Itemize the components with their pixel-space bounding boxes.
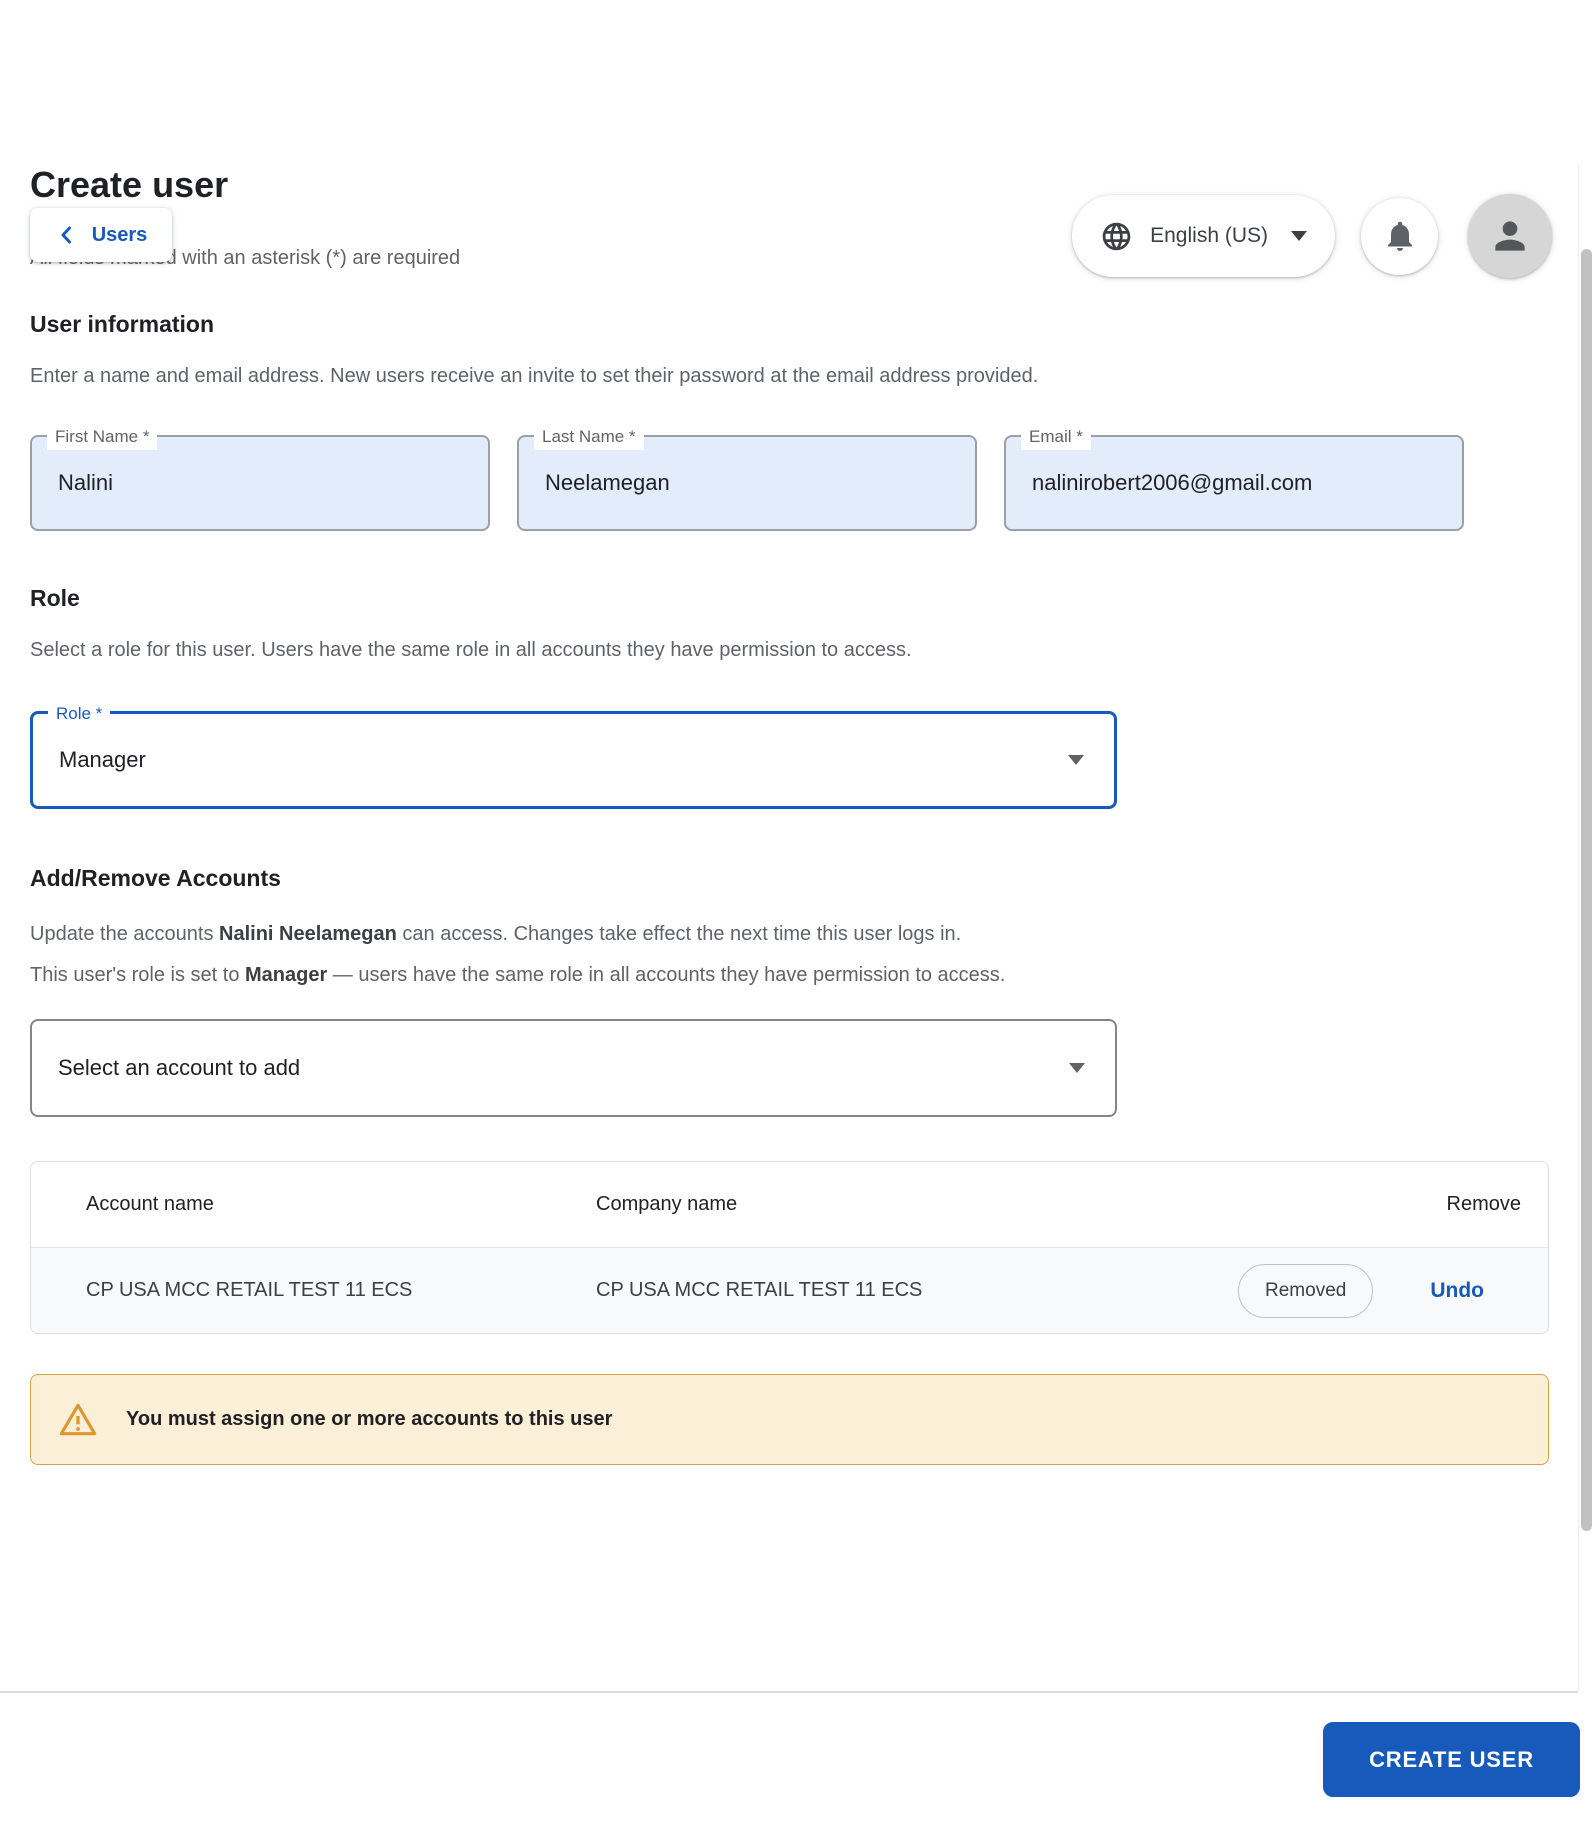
last-name-value: Neelamegan — [545, 470, 670, 495]
email-value: nalinirobert2006@gmail.com — [1032, 470, 1313, 495]
first-name-label: First Name * — [47, 423, 158, 450]
account-select-placeholder: Select an account to add — [58, 1055, 301, 1080]
email-field[interactable]: Email * nalinirobert2006@gmail.com — [1004, 423, 1464, 531]
role-selected-value: Manager — [59, 747, 146, 772]
accounts-table: Account name Company name Remove CP USA … — [30, 1161, 1549, 1334]
account-avatar-button[interactable] — [1468, 194, 1552, 278]
last-name-label: Last Name * — [534, 423, 644, 450]
chevron-down-icon — [1291, 231, 1307, 241]
table-row: CP USA MCC RETAIL TEST 11 ECS CP USA MCC… — [31, 1247, 1548, 1333]
bell-icon — [1382, 218, 1418, 254]
role-select[interactable]: Role * Manager — [30, 700, 1117, 809]
topbar-actions: English (US) — [1072, 194, 1552, 278]
globe-icon — [1100, 220, 1133, 253]
undo-link[interactable]: Undo — [1430, 1279, 1484, 1303]
user-information-description: Enter a name and email address. New user… — [30, 365, 1039, 387]
chevron-down-icon — [1068, 755, 1084, 765]
warning-banner: You must assign one or more accounts to … — [30, 1374, 1549, 1465]
account-name-header: Account name — [86, 1193, 214, 1215]
chevron-left-icon — [55, 223, 79, 247]
create-user-page: Create user All fields marked with an as… — [0, 164, 1579, 1465]
user-information-heading: User information — [30, 311, 215, 337]
first-name-value: Nalini — [58, 470, 114, 495]
accounts-description-line2: This user's role is set to Manager — use… — [30, 964, 1006, 986]
company-name-cell: CP USA MCC RETAIL TEST 11 ECS — [596, 1279, 923, 1301]
role-heading: Role — [30, 585, 80, 611]
last-name-field[interactable]: Last Name * Neelamegan — [517, 423, 977, 531]
scrollbar-thumb[interactable] — [1581, 249, 1592, 1531]
back-button-label: Users — [91, 223, 148, 246]
email-label: Email * — [1021, 423, 1091, 450]
language-label: English (US) — [1150, 224, 1268, 247]
notifications-button[interactable] — [1361, 197, 1438, 275]
footer-divider — [0, 1691, 1578, 1693]
removed-status-chip: Removed — [1238, 1263, 1374, 1318]
accounts-description-line1: Update the accounts Nalini Neelamegan ca… — [30, 923, 962, 945]
account-name-cell: CP USA MCC RETAIL TEST 11 ECS — [86, 1279, 413, 1301]
role-select-label: Role * — [48, 700, 111, 727]
create-user-button[interactable]: CREATE USER — [1323, 1722, 1580, 1797]
warning-triangle-icon — [58, 1400, 98, 1440]
role-description: Select a role for this user. Users have … — [30, 639, 912, 661]
user-full-name: Nalini Neelamegan — [219, 923, 397, 945]
accounts-table-header: Account name Company name Remove — [31, 1162, 1548, 1247]
scrollbar-track — [1578, 164, 1594, 1691]
first-name-field[interactable]: First Name * Nalini — [30, 423, 490, 531]
account-select[interactable]: Select an account to add — [30, 1019, 1117, 1117]
back-to-users-button[interactable]: Users — [30, 208, 172, 262]
accounts-heading: Add/Remove Accounts — [30, 865, 281, 891]
warning-message: You must assign one or more accounts to … — [126, 1408, 613, 1430]
remove-header: Remove — [1446, 1193, 1521, 1215]
user-role-name: Manager — [245, 964, 328, 986]
name-email-fields: First Name * Nalini Last Name * Neelameg… — [30, 423, 1579, 531]
company-name-header: Company name — [596, 1193, 738, 1215]
language-selector[interactable]: English (US) — [1072, 195, 1335, 277]
chevron-down-icon — [1069, 1063, 1085, 1073]
person-icon — [1488, 214, 1532, 258]
